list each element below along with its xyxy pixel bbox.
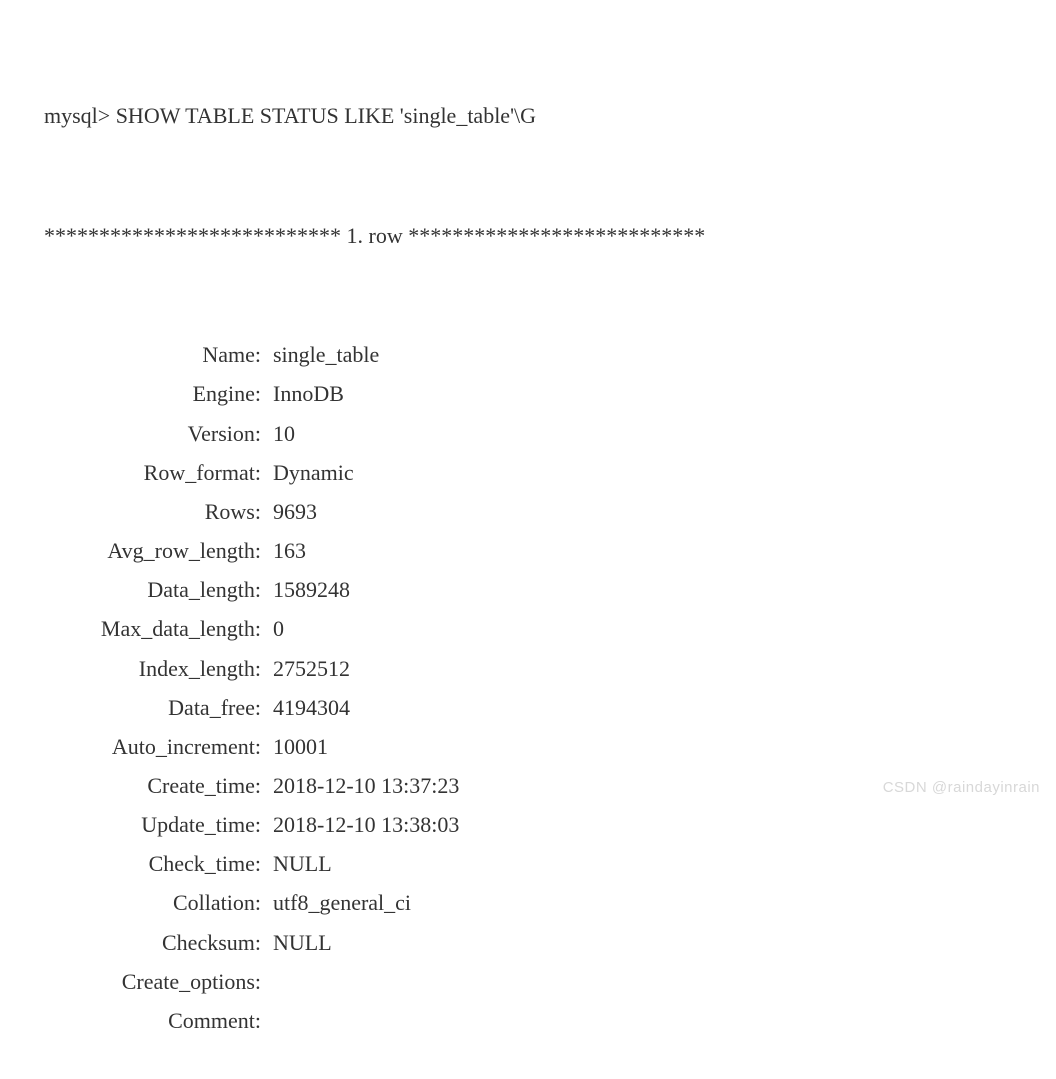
status-field-row: Comment: <box>44 1001 1056 1040</box>
status-field-row: Version:10 <box>44 414 1056 453</box>
field-label: Index_length: <box>44 649 261 688</box>
field-label: Create_time: <box>44 766 261 805</box>
field-value: InnoDB <box>261 374 344 413</box>
field-label: Data_free: <box>44 688 261 727</box>
status-field-row: Update_time:2018-12-10 13:38:03 <box>44 805 1056 844</box>
status-field-row: Index_length:2752512 <box>44 649 1056 688</box>
mysql-terminal-output: mysql> SHOW TABLE STATUS LIKE 'single_ta… <box>44 18 1056 1079</box>
field-label: Avg_row_length: <box>44 531 261 570</box>
field-value: 10 <box>261 414 295 453</box>
field-value: single_table <box>261 335 379 374</box>
field-label: Row_format: <box>44 453 261 492</box>
field-label: Auto_increment: <box>44 727 261 766</box>
field-label: Update_time: <box>44 805 261 844</box>
field-value: Dynamic <box>261 453 354 492</box>
field-label: Rows: <box>44 492 261 531</box>
field-value: NULL <box>261 923 332 962</box>
status-field-row: Checksum:NULL <box>44 923 1056 962</box>
status-field-row: Row_format:Dynamic <box>44 453 1056 492</box>
status-field-row: Rows:9693 <box>44 492 1056 531</box>
field-value: 0 <box>261 609 284 648</box>
csdn-watermark: CSDN @raindayinrain <box>883 775 1040 802</box>
field-value <box>261 1001 273 1040</box>
status-field-row: Engine:InnoDB <box>44 374 1056 413</box>
status-field-row: Data_length:1589248 <box>44 570 1056 609</box>
field-label: Collation: <box>44 883 261 922</box>
field-value: 10001 <box>261 727 328 766</box>
mysql-prompt-line: mysql> SHOW TABLE STATUS LIKE 'single_ta… <box>44 96 1056 135</box>
field-value: NULL <box>261 844 332 883</box>
field-label: Create_options: <box>44 962 261 1001</box>
field-value: 1589248 <box>261 570 350 609</box>
row-separator: *************************** 1. row *****… <box>44 216 1056 255</box>
status-fields-container: Name:single_tableEngine:InnoDBVersion:10… <box>44 335 1056 1040</box>
field-label: Engine: <box>44 374 261 413</box>
field-value: 2752512 <box>261 649 350 688</box>
field-label: Version: <box>44 414 261 453</box>
field-value: 2018-12-10 13:37:23 <box>261 766 459 805</box>
status-field-row: Create_options: <box>44 962 1056 1001</box>
field-value: utf8_general_ci <box>261 883 411 922</box>
field-label: Checksum: <box>44 923 261 962</box>
field-value: 4194304 <box>261 688 350 727</box>
status-field-row: Auto_increment:10001 <box>44 727 1056 766</box>
field-value: 9693 <box>261 492 317 531</box>
field-label: Comment: <box>44 1001 261 1040</box>
status-field-row: Avg_row_length:163 <box>44 531 1056 570</box>
status-field-row: Name:single_table <box>44 335 1056 374</box>
field-value: 2018-12-10 13:38:03 <box>261 805 459 844</box>
status-field-row: Check_time:NULL <box>44 844 1056 883</box>
field-label: Data_length: <box>44 570 261 609</box>
field-label: Check_time: <box>44 844 261 883</box>
field-value <box>261 962 273 1001</box>
field-value: 163 <box>261 531 306 570</box>
status-field-row: Max_data_length:0 <box>44 609 1056 648</box>
status-field-row: Data_free:4194304 <box>44 688 1056 727</box>
field-label: Name: <box>44 335 261 374</box>
status-field-row: Collation:utf8_general_ci <box>44 883 1056 922</box>
field-label: Max_data_length: <box>44 609 261 648</box>
